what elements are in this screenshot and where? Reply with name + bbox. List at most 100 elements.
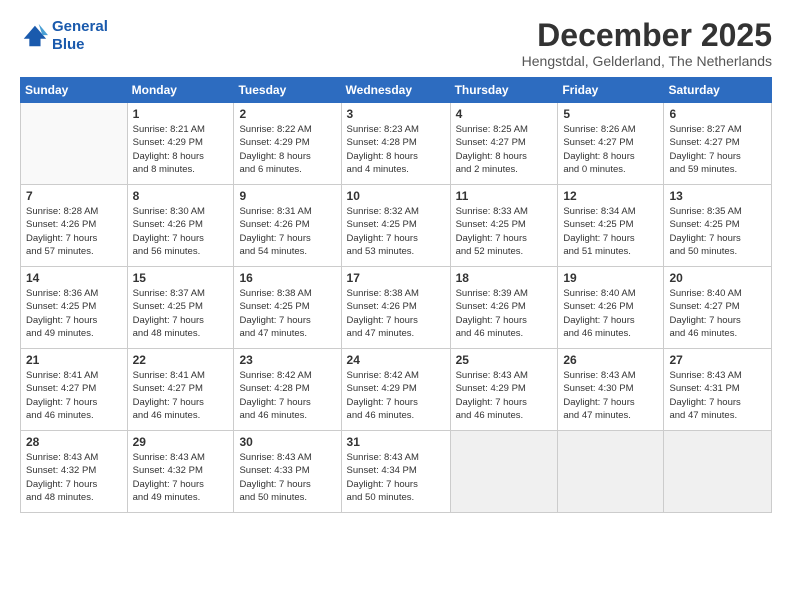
- day-info: Sunrise: 8:33 AMSunset: 4:25 PMDaylight:…: [456, 205, 553, 258]
- day-info: Sunrise: 8:43 AMSunset: 4:32 PMDaylight:…: [26, 451, 122, 504]
- calendar-cell: 29Sunrise: 8:43 AMSunset: 4:32 PMDayligh…: [127, 431, 234, 513]
- calendar-cell: 17 Sunrise: 8:38 AMSunset: 4:26 PMDayligh…: [341, 267, 450, 349]
- day-number: 22: [133, 353, 229, 367]
- calendar-cell: 16Sunrise: 8:38 AMSunset: 4:25 PMDayligh…: [234, 267, 341, 349]
- col-monday: Monday: [127, 78, 234, 103]
- calendar-cell: 24 Sunrise: 8:42 AMSunset: 4:29 PMDayligh…: [341, 349, 450, 431]
- calendar-cell: 9Sunrise: 8:31 AMSunset: 4:26 PMDaylight…: [234, 185, 341, 267]
- calendar-cell: 15 Sunrise: 8:37 AMSunset: 4:25 PMDayligh…: [127, 267, 234, 349]
- day-number: 19: [563, 271, 658, 285]
- calendar: Sunday Monday Tuesday Wednesday Thursday…: [20, 77, 772, 513]
- day-number: 28: [26, 435, 122, 449]
- day-info: Sunrise: 8:40 AMSunset: 4:27 PMDaylight:…: [669, 287, 766, 340]
- day-number: 12: [563, 189, 658, 203]
- calendar-cell: 11Sunrise: 8:33 AMSunset: 4:25 PMDayligh…: [450, 185, 558, 267]
- day-number: 2: [239, 107, 335, 121]
- day-info: Sunrise: 8:26 AMSunset: 4:27 PMDaylight:…: [563, 123, 658, 176]
- calendar-cell: 14Sunrise: 8:36 AMSunset: 4:25 PMDayligh…: [21, 267, 128, 349]
- calendar-cell: 2 Sunrise: 8:22 AMSunset: 4:29 PMDaylight…: [234, 103, 341, 185]
- col-sunday: Sunday: [21, 78, 128, 103]
- calendar-cell: 27Sunrise: 8:43 AMSunset: 4:31 PMDayligh…: [664, 349, 772, 431]
- day-info: Sunrise: 8:34 AMSunset: 4:25 PMDaylight:…: [563, 205, 658, 258]
- subtitle: Hengstdal, Gelderland, The Netherlands: [522, 53, 772, 69]
- day-number: 27: [669, 353, 766, 367]
- day-number: 23: [239, 353, 335, 367]
- calendar-cell: 23 Sunrise: 8:42 AMSunset: 4:28 PMDayligh…: [234, 349, 341, 431]
- day-info: Sunrise: 8:42 AMSunset: 4:28 PMDaylight:…: [239, 369, 335, 422]
- calendar-cell: 12 Sunrise: 8:34 AMSunset: 4:25 PMDayligh…: [558, 185, 664, 267]
- header: General Blue December 2025 Hengstdal, Ge…: [20, 18, 772, 69]
- day-info: Sunrise: 8:42 AMSunset: 4:29 PMDaylight:…: [347, 369, 445, 422]
- day-info: Sunrise: 8:22 AMSunset: 4:29 PMDaylight:…: [239, 123, 335, 176]
- calendar-week-4: 21Sunrise: 8:41 AMSunset: 4:27 PMDayligh…: [21, 349, 772, 431]
- day-number: 18: [456, 271, 553, 285]
- calendar-cell: 13 Sunrise: 8:35 AMSunset: 4:25 PMDayligh…: [664, 185, 772, 267]
- calendar-cell: 4 Sunrise: 8:25 AMSunset: 4:27 PMDaylight…: [450, 103, 558, 185]
- day-number: 30: [239, 435, 335, 449]
- day-number: 25: [456, 353, 553, 367]
- day-number: 5: [563, 107, 658, 121]
- day-info: Sunrise: 8:43 AMSunset: 4:32 PMDaylight:…: [133, 451, 229, 504]
- calendar-cell: 26 Sunrise: 8:43 AMSunset: 4:30 PMDayligh…: [558, 349, 664, 431]
- day-number: 26: [563, 353, 658, 367]
- day-number: 7: [26, 189, 122, 203]
- day-info: Sunrise: 8:43 AMSunset: 4:33 PMDaylight:…: [239, 451, 335, 504]
- day-info: Sunrise: 8:41 AMSunset: 4:27 PMDaylight:…: [133, 369, 229, 422]
- day-info: Sunrise: 8:38 AMSunset: 4:25 PMDaylight:…: [239, 287, 335, 340]
- day-info: Sunrise: 8:43 AMSunset: 4:34 PMDaylight:…: [347, 451, 445, 504]
- logo-text: General Blue: [52, 18, 108, 54]
- col-saturday: Saturday: [664, 78, 772, 103]
- calendar-cell: [558, 431, 664, 513]
- day-info: Sunrise: 8:43 AMSunset: 4:30 PMDaylight:…: [563, 369, 658, 422]
- day-info: Sunrise: 8:27 AMSunset: 4:27 PMDaylight:…: [669, 123, 766, 176]
- day-info: Sunrise: 8:28 AMSunset: 4:26 PMDaylight:…: [26, 205, 122, 258]
- calendar-cell: 3 Sunrise: 8:23 AMSunset: 4:28 PMDaylight…: [341, 103, 450, 185]
- calendar-cell: 6 Sunrise: 8:27 AMSunset: 4:27 PMDaylight…: [664, 103, 772, 185]
- calendar-cell: 20 Sunrise: 8:40 AMSunset: 4:27 PMDayligh…: [664, 267, 772, 349]
- day-number: 17: [347, 271, 445, 285]
- calendar-cell: 21Sunrise: 8:41 AMSunset: 4:27 PMDayligh…: [21, 349, 128, 431]
- col-friday: Friday: [558, 78, 664, 103]
- day-number: 20: [669, 271, 766, 285]
- day-number: 24: [347, 353, 445, 367]
- day-number: 6: [669, 107, 766, 121]
- calendar-cell: 22 Sunrise: 8:41 AMSunset: 4:27 PMDayligh…: [127, 349, 234, 431]
- calendar-week-2: 7 Sunrise: 8:28 AMSunset: 4:26 PMDaylight…: [21, 185, 772, 267]
- day-info: Sunrise: 8:41 AMSunset: 4:27 PMDaylight:…: [26, 369, 122, 422]
- calendar-week-1: 1 Sunrise: 8:21 AMSunset: 4:29 PMDaylight…: [21, 103, 772, 185]
- logo: General Blue: [20, 18, 108, 54]
- day-number: 1: [133, 107, 229, 121]
- calendar-cell: 5 Sunrise: 8:26 AMSunset: 4:27 PMDaylight…: [558, 103, 664, 185]
- col-tuesday: Tuesday: [234, 78, 341, 103]
- month-title: December 2025: [522, 18, 772, 53]
- calendar-cell: 31Sunrise: 8:43 AMSunset: 4:34 PMDayligh…: [341, 431, 450, 513]
- day-info: Sunrise: 8:32 AMSunset: 4:25 PMDaylight:…: [347, 205, 445, 258]
- calendar-cell: [450, 431, 558, 513]
- calendar-cell: 19Sunrise: 8:40 AMSunset: 4:26 PMDayligh…: [558, 267, 664, 349]
- day-number: 8: [133, 189, 229, 203]
- title-block: December 2025 Hengstdal, Gelderland, The…: [522, 18, 772, 69]
- day-info: Sunrise: 8:38 AMSunset: 4:26 PMDaylight:…: [347, 287, 445, 340]
- day-info: Sunrise: 8:23 AMSunset: 4:28 PMDaylight:…: [347, 123, 445, 176]
- calendar-cell: 1 Sunrise: 8:21 AMSunset: 4:29 PMDaylight…: [127, 103, 234, 185]
- day-info: Sunrise: 8:37 AMSunset: 4:25 PMDaylight:…: [133, 287, 229, 340]
- calendar-header-row: Sunday Monday Tuesday Wednesday Thursday…: [21, 78, 772, 103]
- calendar-cell: [21, 103, 128, 185]
- day-number: 15: [133, 271, 229, 285]
- day-number: 3: [347, 107, 445, 121]
- calendar-cell: 25 Sunrise: 8:43 AMSunset: 4:29 PMDayligh…: [450, 349, 558, 431]
- day-info: Sunrise: 8:21 AMSunset: 4:29 PMDaylight:…: [133, 123, 229, 176]
- calendar-cell: 8 Sunrise: 8:30 AMSunset: 4:26 PMDaylight…: [127, 185, 234, 267]
- day-info: Sunrise: 8:25 AMSunset: 4:27 PMDaylight:…: [456, 123, 553, 176]
- day-info: Sunrise: 8:30 AMSunset: 4:26 PMDaylight:…: [133, 205, 229, 258]
- calendar-week-3: 14Sunrise: 8:36 AMSunset: 4:25 PMDayligh…: [21, 267, 772, 349]
- day-number: 13: [669, 189, 766, 203]
- calendar-cell: 28 Sunrise: 8:43 AMSunset: 4:32 PMDayligh…: [21, 431, 128, 513]
- day-number: 10: [347, 189, 445, 203]
- day-info: Sunrise: 8:39 AMSunset: 4:26 PMDaylight:…: [456, 287, 553, 340]
- day-info: Sunrise: 8:35 AMSunset: 4:25 PMDaylight:…: [669, 205, 766, 258]
- day-info: Sunrise: 8:36 AMSunset: 4:25 PMDaylight:…: [26, 287, 122, 340]
- day-info: Sunrise: 8:43 AMSunset: 4:29 PMDaylight:…: [456, 369, 553, 422]
- day-number: 4: [456, 107, 553, 121]
- calendar-cell: 10 Sunrise: 8:32 AMSunset: 4:25 PMDayligh…: [341, 185, 450, 267]
